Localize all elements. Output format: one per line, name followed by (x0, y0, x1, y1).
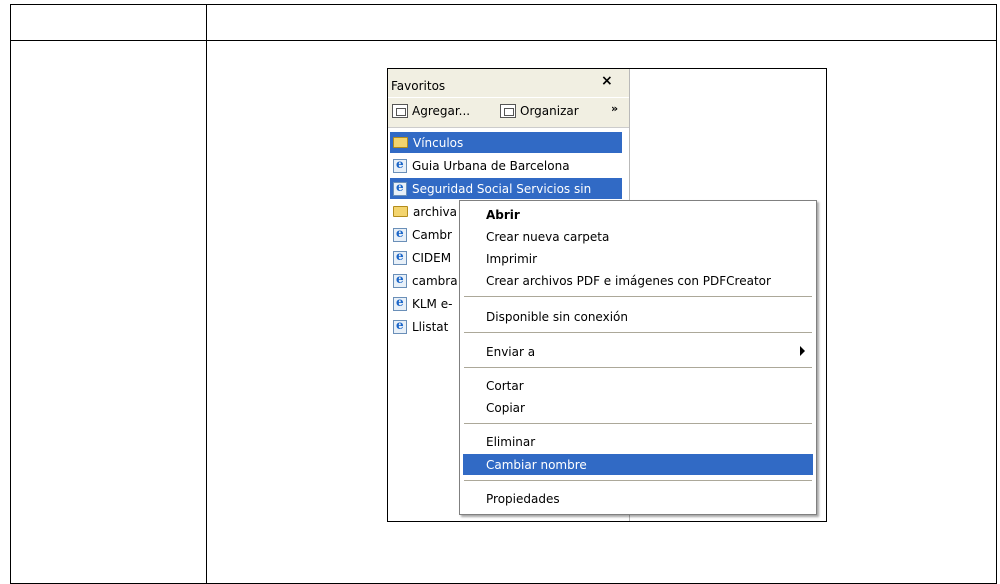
favorite-label: Llistat (412, 319, 449, 334)
ie-page-icon (393, 318, 407, 334)
favorites-titlebar: Favoritos × (388, 69, 629, 97)
folder-icon (393, 137, 408, 148)
close-icon[interactable]: × (601, 73, 613, 89)
ie-page-icon (393, 295, 407, 311)
menu-item-abrir[interactable]: Abrir (463, 204, 813, 225)
menu-separator (464, 296, 812, 297)
add-favorite-button[interactable]: Agregar... (392, 104, 470, 118)
ie-page-icon (393, 272, 407, 288)
table-column-divider (206, 5, 207, 583)
favorite-label: Cambr (412, 227, 452, 242)
table-row-divider (11, 40, 996, 41)
menu-item-propiedades[interactable]: Propiedades (463, 488, 813, 509)
menu-item-label: Enviar a (486, 344, 536, 359)
menu-item-cambiar-nombre[interactable]: Cambiar nombre (463, 454, 813, 475)
folder-icon (393, 206, 408, 217)
ie-page-icon (393, 180, 407, 196)
menu-separator (464, 332, 812, 333)
favorite-label: CIDEM (412, 250, 452, 265)
add-favorite-label: Agregar... (412, 104, 471, 118)
menu-item-cortar[interactable]: Cortar (463, 375, 813, 396)
submenu-arrow-icon (800, 346, 805, 356)
menu-item-crear-pdf[interactable]: Crear archivos PDF e imágenes con PDFCre… (463, 270, 813, 291)
menu-item-crear-nueva-carpeta[interactable]: Crear nueva carpeta (463, 226, 813, 247)
menu-separator (464, 480, 812, 481)
ie-page-icon (393, 226, 407, 242)
favorite-item[interactable]: Guia Urbana de Barcelona (390, 155, 622, 176)
favorite-label: archiva (413, 204, 458, 219)
favorite-label: cambra (412, 273, 458, 288)
favorite-label: KLM e- (412, 296, 453, 311)
menu-item-disponible-sin-conexion[interactable]: Disponible sin conexión (463, 306, 813, 327)
add-favorite-icon (392, 104, 408, 118)
menu-separator (464, 367, 812, 368)
menu-separator (464, 423, 812, 424)
ie-page-icon (393, 249, 407, 265)
menu-item-enviar-a[interactable]: Enviar a (463, 341, 813, 362)
favorites-title: Favoritos (391, 79, 446, 93)
favorites-toolbar: Agregar... Organizar » (388, 98, 629, 128)
context-menu: Abrir Crear nueva carpeta Imprimir Crear… (459, 200, 817, 515)
organize-favorites-icon (500, 104, 516, 118)
menu-item-copiar[interactable]: Copiar (463, 397, 813, 418)
ie-page-icon (393, 157, 407, 173)
menu-item-imprimir[interactable]: Imprimir (463, 248, 813, 269)
favorite-label: Guia Urbana de Barcelona (412, 158, 570, 173)
menu-item-eliminar[interactable]: Eliminar (463, 431, 813, 452)
more-chevron-icon[interactable]: » (611, 102, 618, 115)
favorite-folder-vinculos[interactable]: Vínculos (390, 132, 622, 153)
organize-favorites-label: Organizar (520, 104, 579, 118)
favorite-item[interactable]: Seguridad Social Servicios sin (390, 178, 622, 199)
favorite-label: Seguridad Social Servicios sin (412, 181, 592, 196)
favorite-label: Vínculos (413, 135, 464, 150)
organize-favorites-button[interactable]: Organizar (500, 104, 579, 118)
